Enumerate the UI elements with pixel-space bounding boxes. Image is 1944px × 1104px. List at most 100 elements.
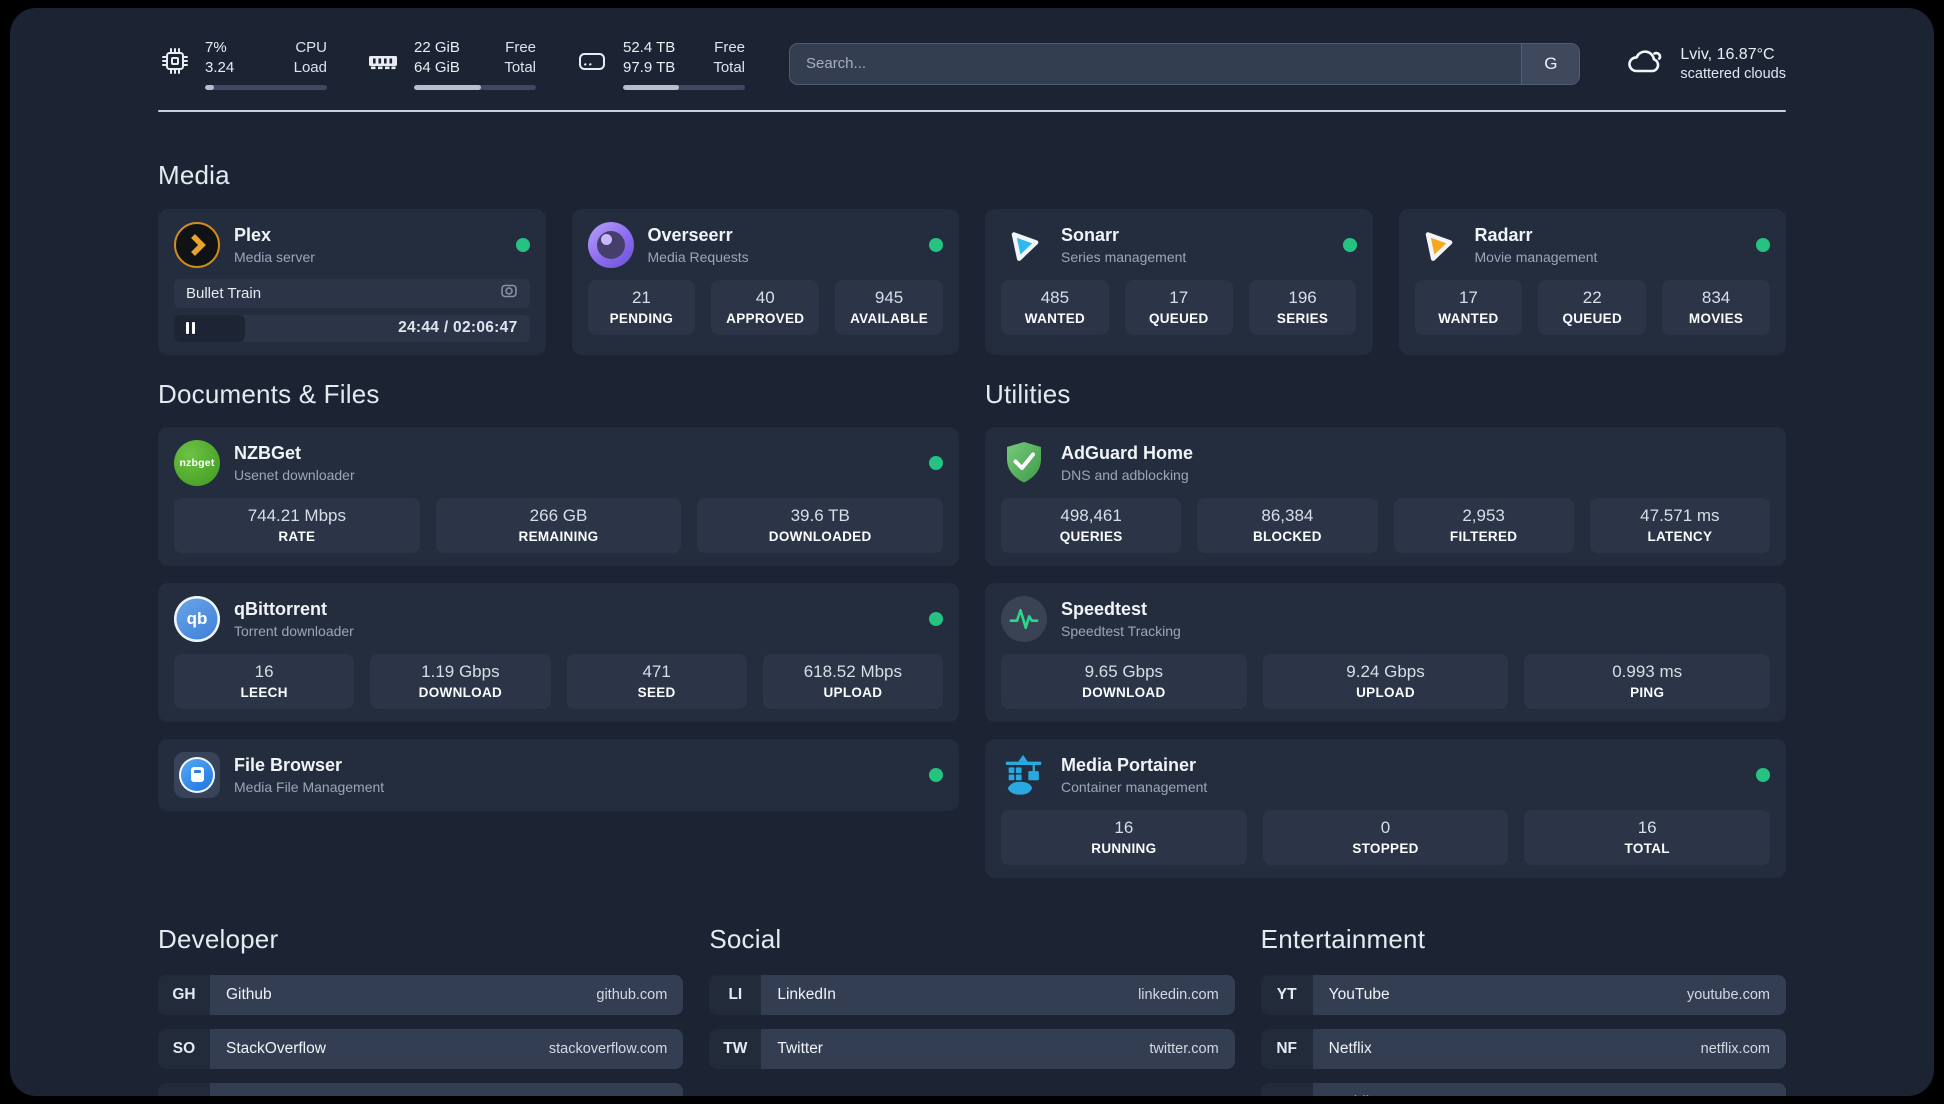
link-name: DEV <box>226 1094 258 1097</box>
stat-latency: 47.571 ms LATENCY <box>1589 497 1770 553</box>
link-url: twitter.com <box>1149 1040 1219 1057</box>
section-title-utilities: Utilities <box>985 378 1071 409</box>
card-subtitle: Torrent downloader <box>234 622 354 639</box>
ram-total-value: 64 GiB <box>414 59 460 77</box>
link-url: reddit.com <box>1702 1095 1770 1097</box>
stat-total: 16 TOTAL <box>1524 809 1771 865</box>
stat-movies: 834 MOVIES <box>1662 279 1770 335</box>
status-dot <box>929 455 943 470</box>
link-url: stackoverflow.com <box>548 1040 668 1057</box>
header-divider <box>158 109 1786 112</box>
link-name: StackOverflow <box>226 1039 326 1057</box>
link-dev[interactable]: DT DEV dev.to <box>158 1082 684 1097</box>
stat-wanted: 485 WANTED <box>1001 279 1109 335</box>
link-name: Twitter <box>777 1039 823 1057</box>
link-tag: NF <box>1260 1028 1313 1069</box>
disk-free-label: Free <box>714 39 745 56</box>
plex-card[interactable]: Plex Media server Bullet Train 24:44 / 0… <box>158 208 546 355</box>
card-title: Sonarr <box>1061 224 1120 245</box>
now-playing-title: Bullet Train <box>186 284 262 302</box>
stat-ping: 0.993 ms PING <box>1524 653 1771 709</box>
social-links: Social LI LinkedIn linkedin.com TW Twitt… <box>709 924 1235 1069</box>
sonarr-card[interactable]: Sonarr Series management 485 WANTED 17 Q… <box>985 208 1373 355</box>
link-tag: LI <box>709 974 762 1015</box>
weather-condition: scattered clouds <box>1680 65 1786 82</box>
link-stackoverflow[interactable]: SO StackOverflow stackoverflow.com <box>158 1028 684 1069</box>
dashboard: 7% 3.24 CPU Load 22 GiB 64 GiB Free Tota… <box>10 8 1934 1096</box>
link-reddit[interactable]: RE Reddit reddit.com <box>1260 1082 1786 1097</box>
stat-pending: 21 PENDING <box>587 279 696 335</box>
qbittorrent-icon: qb <box>174 595 220 642</box>
link-tag: SO <box>158 1028 210 1069</box>
cpu-progress-bar <box>205 84 327 90</box>
card-subtitle: Speedtest Tracking <box>1061 622 1181 639</box>
stat-available: 945 AVAILABLE <box>835 279 943 335</box>
radarr-card[interactable]: Radarr Movie management 17 WANTED 22 QUE… <box>1398 208 1786 355</box>
ram-free-label: Free <box>505 39 536 56</box>
link-url: youtube.com <box>1686 986 1770 1003</box>
link-netflix[interactable]: NF Netflix netflix.com <box>1260 1028 1786 1069</box>
filebrowser-icon <box>174 751 220 798</box>
link-url: netflix.com <box>1700 1040 1770 1057</box>
speedtest-card[interactable]: Speedtest Speedtest Tracking 9.65 Gbps D… <box>985 582 1786 722</box>
card-subtitle: Usenet downloader <box>234 466 355 483</box>
now-playing-row: Bullet Train <box>174 278 530 308</box>
link-youtube[interactable]: YT YouTube youtube.com <box>1260 974 1786 1015</box>
link-github[interactable]: GH Github github.com <box>158 974 684 1015</box>
overseerr-card[interactable]: Overseerr Media Requests 21 PENDING 40 A… <box>571 208 959 355</box>
stat-upload: 618.52 Mbps UPLOAD <box>762 653 943 709</box>
status-dot <box>1756 767 1770 782</box>
link-twitter[interactable]: TW Twitter twitter.com <box>709 1028 1235 1069</box>
card-title: Radarr <box>1474 224 1533 245</box>
qbittorrent-card[interactable]: qb qBittorrent Torrent downloader 16 LEE… <box>158 582 959 722</box>
filebrowser-card[interactable]: File Browser Media File Management <box>158 738 959 811</box>
disk-progress-bar <box>623 84 745 90</box>
card-title: Media Portainer <box>1061 754 1197 775</box>
link-tag: RE <box>1260 1082 1313 1096</box>
adguard-icon <box>1001 440 1047 486</box>
link-name: YouTube <box>1328 985 1390 1003</box>
sonarr-icon <box>1001 222 1047 268</box>
speedtest-icon <box>1001 595 1047 642</box>
system-stats: 7% 3.24 CPU Load 22 GiB 64 GiB Free Tota… <box>158 38 745 90</box>
card-title: Plex <box>234 224 272 245</box>
google-search-button[interactable]: G <box>1521 43 1580 84</box>
card-subtitle: Movie management <box>1474 248 1598 265</box>
portainer-card[interactable]: Media Portainer Container management 16 … <box>985 738 1786 878</box>
radarr-icon <box>1415 222 1461 268</box>
stat-queued: 17 QUEUED <box>1124 279 1233 335</box>
video-icon <box>500 282 518 304</box>
cpu-usage-value: 7% <box>205 39 227 56</box>
cloud-icon <box>1624 43 1666 84</box>
stat-blocked: 86,384 BLOCKED <box>1197 497 1378 553</box>
link-tag: DT <box>158 1082 210 1096</box>
disk-free-value: 52.4 TB <box>623 39 676 56</box>
stat-rate: 744.21 Mbps RATE <box>174 497 420 553</box>
nzbget-icon: nzbget <box>174 439 220 486</box>
disk-total-value: 97.9 TB <box>623 59 676 77</box>
weather-location: Lviv, 16.87°C <box>1680 45 1775 63</box>
header: 7% 3.24 CPU Load 22 GiB 64 GiB Free Tota… <box>158 8 1786 90</box>
link-linkedin[interactable]: LI LinkedIn linkedin.com <box>709 974 1235 1015</box>
stat-download: 1.19 Gbps DOWNLOAD <box>370 653 551 709</box>
cpu-stat: 7% 3.24 CPU Load <box>158 38 327 90</box>
portainer-icon <box>1001 752 1047 798</box>
link-tag: GH <box>158 974 210 1015</box>
pause-icon[interactable] <box>186 322 195 334</box>
nzbget-card[interactable]: nzbget NZBGet Usenet downloader 744.21 M… <box>158 426 959 566</box>
search-input[interactable] <box>790 43 1522 84</box>
card-title: NZBGet <box>234 442 301 463</box>
stat-downloaded: 39.6 TB DOWNLOADED <box>697 497 944 553</box>
adguard-card[interactable]: AdGuard Home DNS and adblocking 498,461 … <box>985 426 1786 566</box>
disk-icon <box>574 44 610 83</box>
status-dot <box>1756 237 1770 252</box>
ram-total-label: Total <box>504 59 536 77</box>
utilities-column: Utilities AdGuard Home DNS and adblockin… <box>985 379 1786 878</box>
playback-progress-bar[interactable]: 24:44 / 02:06:47 <box>174 314 530 342</box>
link-tag: TW <box>709 1028 762 1069</box>
cpu-icon <box>158 44 192 83</box>
cpu-load-label: Load <box>293 59 327 77</box>
link-tag: YT <box>1260 974 1313 1015</box>
ram-stat: 22 GiB 64 GiB Free Total <box>365 38 536 90</box>
link-name: LinkedIn <box>777 985 836 1003</box>
